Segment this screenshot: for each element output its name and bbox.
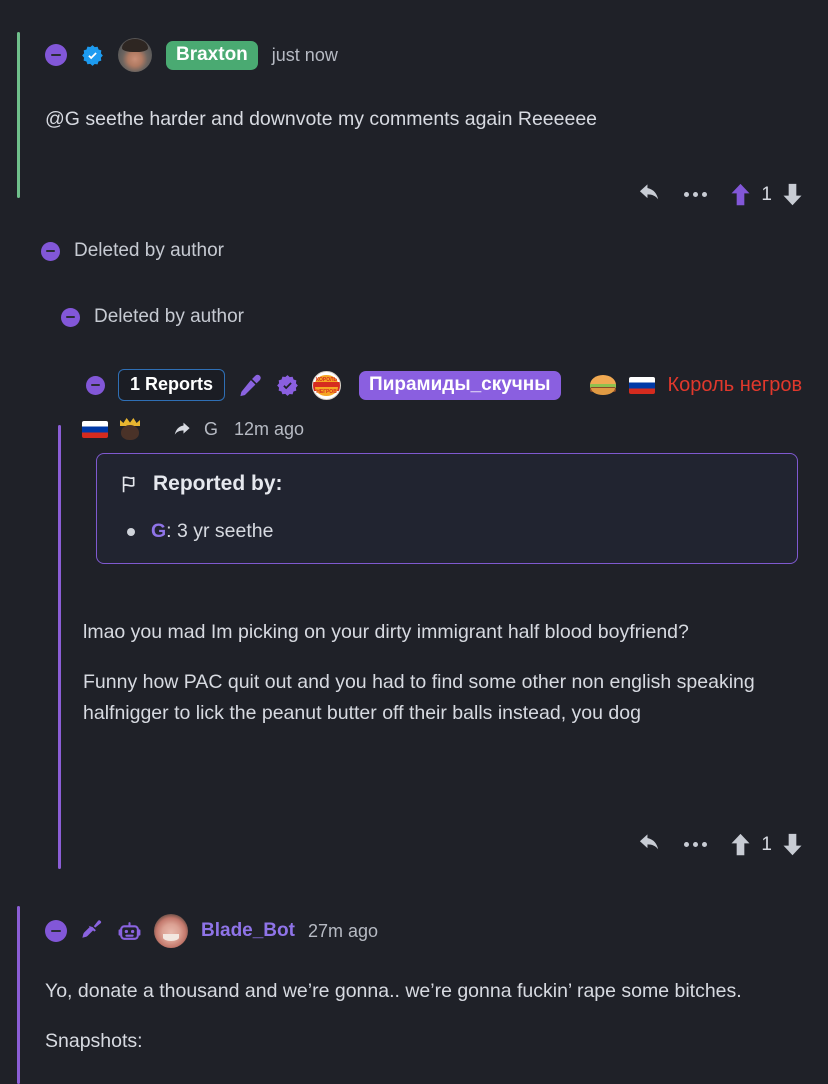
- vote-group: 1: [727, 831, 806, 858]
- collapse-button[interactable]: [41, 241, 60, 261]
- comment-header-row-1: 1 Reports КОРОЛЬ НЕГРОВ Пирамиды_скучны …: [86, 369, 802, 401]
- paragraph: Snapshots:: [45, 1029, 143, 1052]
- reply-target[interactable]: G: [204, 419, 218, 440]
- timestamp: 12m ago: [234, 418, 305, 439]
- avatar[interactable]: [154, 914, 188, 948]
- reported-by-label: Reported by:: [153, 472, 283, 495]
- reply-icon[interactable]: [637, 181, 664, 208]
- comment-header: Braxton just now: [45, 38, 338, 72]
- reported-by-title: Reported by:: [119, 472, 775, 496]
- comment-deleted-1: Deleted by author: [41, 240, 224, 262]
- upvote-icon[interactable]: [727, 181, 754, 208]
- reports-badge[interactable]: 1 Reports: [118, 369, 226, 401]
- comment-header: Blade_Bot 27m ago: [45, 914, 378, 948]
- flag-icon: [119, 473, 141, 495]
- upvote-icon[interactable]: [727, 831, 754, 858]
- microphone-icon: [238, 373, 263, 398]
- downvote-icon[interactable]: [779, 181, 806, 208]
- reporter-username[interactable]: G: [151, 520, 166, 542]
- thread-line-purple[interactable]: [17, 906, 20, 1084]
- paragraph: lmao you mad Im picking on your dirty im…: [83, 621, 689, 643]
- bullet-icon: [127, 527, 135, 536]
- comment-deleted-2: Deleted by author: [61, 306, 244, 328]
- comment-body: lmao you mad Im picking on your dirty im…: [83, 617, 773, 730]
- action-bar: 1: [637, 831, 806, 858]
- russian-flag-icon: [82, 420, 108, 438]
- verified-blue-icon: [81, 44, 104, 67]
- paragraph: @G seethe harder and downvote my comment…: [45, 108, 598, 130]
- deleted-label: Deleted by author: [94, 306, 244, 327]
- timestamp: 27m ago: [307, 920, 379, 941]
- reply-icon[interactable]: [637, 831, 664, 858]
- collapse-button[interactable]: [45, 44, 67, 66]
- action-bar: 1: [637, 181, 806, 208]
- reporter-reason: : 3 yr seethe: [166, 520, 274, 542]
- burger-king-icon: КОРОЛЬ НЕГРОВ: [312, 370, 342, 400]
- collapse-button[interactable]: [61, 307, 80, 327]
- deleted-label: Deleted by author: [74, 240, 224, 261]
- vote-group: 1: [727, 181, 806, 208]
- downvote-icon[interactable]: [779, 831, 806, 858]
- thread-line-green[interactable]: [17, 32, 20, 198]
- vote-count: 1: [761, 183, 772, 205]
- comment-body: @G seethe harder and downvote my comment…: [45, 104, 785, 136]
- more-options-icon[interactable]: [682, 188, 709, 201]
- paragraph: Yo, donate a thousand and we’re gonna.. …: [45, 980, 742, 1002]
- user-flair-text: Король негров: [667, 373, 803, 396]
- username-braxton[interactable]: Braxton: [166, 40, 258, 70]
- comment-header-row-2: G 12m ago: [82, 417, 304, 441]
- more-options-icon[interactable]: [682, 838, 709, 851]
- comment-piramidy: 1 Reports КОРОЛЬ НЕГРОВ Пирамиды_скучны …: [0, 365, 828, 875]
- thread-line-purple[interactable]: [58, 425, 61, 869]
- comment-body: Yo, donate a thousand and we’re gonna.. …: [45, 976, 785, 1057]
- paragraph: Funny how PAC quit out and you had to fi…: [83, 670, 755, 725]
- username-blade-bot[interactable]: Blade_Bot: [201, 920, 295, 942]
- username-piramidy[interactable]: Пирамиды_скучны: [359, 370, 561, 400]
- crowned-person-icon: [118, 417, 142, 441]
- russian-flag-icon: [628, 376, 655, 394]
- reported-by-list: G: 3 yr seethe: [119, 520, 775, 543]
- reported-by-box: Reported by: G: 3 yr seethe: [96, 453, 798, 564]
- burger-emoji-icon: [589, 374, 616, 396]
- comment-blade-bot: Blade_Bot 27m ago Yo, donate a thousand …: [0, 900, 828, 1084]
- avatar[interactable]: [118, 38, 152, 72]
- vote-count: 1: [761, 833, 772, 855]
- collapse-button[interactable]: [86, 375, 105, 395]
- timestamp: just now: [271, 44, 338, 65]
- verified-purple-icon: [276, 374, 299, 397]
- robot-icon: [117, 919, 141, 943]
- broom-icon: [80, 919, 104, 943]
- reply-arrow-icon: [170, 418, 192, 440]
- comment-braxton: Braxton just now @G seethe harder and do…: [0, 26, 828, 206]
- reported-by-entry: G: 3 yr seethe: [127, 520, 775, 543]
- collapse-button[interactable]: [45, 920, 67, 942]
